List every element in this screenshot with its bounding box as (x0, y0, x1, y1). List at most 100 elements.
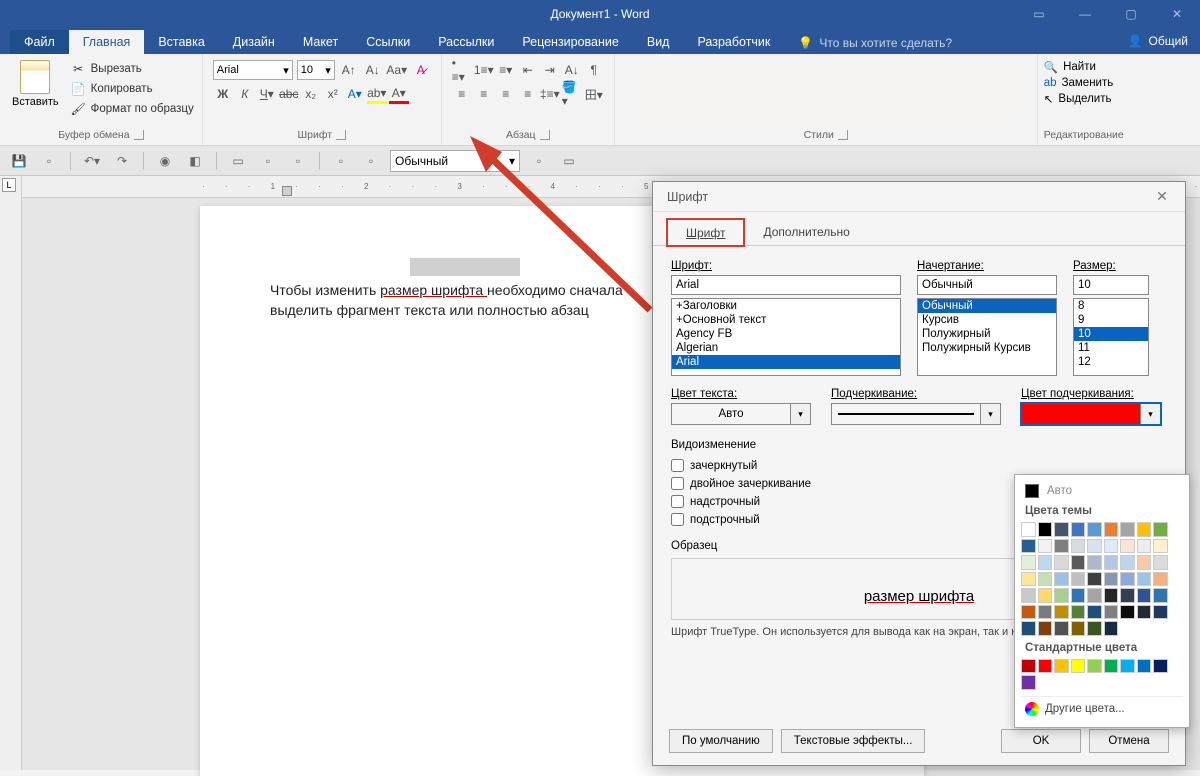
color-swatch[interactable] (1153, 659, 1168, 674)
save-icon[interactable]: 💾 (8, 150, 30, 172)
color-swatch[interactable] (1153, 588, 1168, 603)
color-swatch[interactable] (1104, 659, 1119, 674)
show-marks-button[interactable]: ¶ (584, 60, 604, 80)
color-swatch[interactable] (1137, 572, 1152, 587)
color-swatch[interactable] (1054, 621, 1069, 636)
find-button[interactable]: 🔍Найти (1044, 60, 1124, 74)
color-swatch[interactable] (1120, 605, 1135, 620)
color-swatch[interactable] (1153, 539, 1168, 554)
underline-color-combo[interactable]: ▾ (1021, 403, 1161, 425)
color-auto-option[interactable]: Авто (1021, 481, 1183, 501)
color-swatch[interactable] (1021, 659, 1036, 674)
color-swatch[interactable] (1054, 605, 1069, 620)
dialog-close-button[interactable]: ✕ (1147, 185, 1177, 209)
para-launcher[interactable] (540, 130, 550, 140)
format-painter-button[interactable]: 🖌Формат по образцу (69, 100, 196, 117)
color-swatch[interactable] (1087, 539, 1102, 554)
cut-button[interactable]: ✂Вырезать (69, 60, 196, 77)
indent-marker[interactable] (282, 186, 292, 196)
color-swatch[interactable] (1054, 659, 1069, 674)
more-colors-button[interactable]: Другие цвета... (1021, 696, 1183, 721)
qat-btn-3[interactable]: ▭ (227, 150, 249, 172)
tab-insert[interactable]: Вставка (144, 30, 218, 54)
chevron-down-icon[interactable]: ▾ (791, 403, 811, 425)
qat-btn-2[interactable]: ◧ (184, 150, 206, 172)
color-swatch[interactable] (1021, 588, 1036, 603)
color-swatch[interactable] (1038, 572, 1053, 587)
vertical-ruler[interactable]: L (0, 176, 22, 770)
color-swatch[interactable] (1054, 539, 1069, 554)
tab-mailings[interactable]: Рассылки (424, 30, 508, 54)
align-left-button[interactable]: ≡ (452, 84, 472, 104)
increase-indent-button[interactable]: ⇥ (540, 60, 560, 80)
list-item[interactable]: Обычный (918, 299, 1056, 313)
numbering-button[interactable]: 1≡▾ (474, 60, 494, 80)
list-item[interactable]: Algerian (672, 341, 900, 355)
color-swatch[interactable] (1071, 605, 1086, 620)
decrease-indent-button[interactable]: ⇤ (518, 60, 538, 80)
color-swatch[interactable] (1137, 555, 1152, 570)
undo-button[interactable]: ↶▾ (81, 150, 103, 172)
ok-button[interactable]: OK (1001, 729, 1081, 753)
color-swatch[interactable] (1120, 588, 1135, 603)
color-swatch[interactable] (1153, 605, 1168, 620)
color-swatch[interactable] (1021, 605, 1036, 620)
strikethrough-checkbox[interactable]: зачеркнутый (671, 459, 1167, 472)
color-swatch[interactable] (1120, 539, 1135, 554)
chevron-down-icon[interactable]: ▾ (981, 403, 1001, 425)
color-swatch[interactable] (1087, 588, 1102, 603)
color-swatch[interactable] (1071, 621, 1086, 636)
color-swatch[interactable] (1021, 539, 1036, 554)
line-spacing-button[interactable]: ‡≡▾ (540, 84, 560, 104)
color-swatch[interactable] (1104, 588, 1119, 603)
color-swatch[interactable] (1071, 572, 1086, 587)
color-swatch[interactable] (1071, 539, 1086, 554)
color-swatch[interactable] (1104, 555, 1119, 570)
qat-btn-8[interactable]: ▫ (528, 150, 550, 172)
color-swatch[interactable] (1153, 555, 1168, 570)
color-swatch[interactable] (1120, 522, 1135, 537)
close-icon[interactable]: ✕ (1154, 0, 1200, 28)
tab-developer[interactable]: Разработчик (683, 30, 784, 54)
share-button[interactable]: 👤Общий (1116, 28, 1200, 54)
justify-button[interactable]: ≡ (518, 84, 538, 104)
qat-btn-4[interactable]: ▫ (257, 150, 279, 172)
shrink-font-button[interactable]: A↓ (363, 60, 383, 80)
color-swatch[interactable] (1087, 572, 1102, 587)
color-swatch[interactable] (1071, 588, 1086, 603)
select-button[interactable]: ↖Выделить (1044, 92, 1124, 106)
clipboard-launcher[interactable] (134, 130, 144, 140)
color-swatch[interactable] (1038, 659, 1053, 674)
tab-file[interactable]: Файл (10, 30, 69, 54)
tab-layout[interactable]: Макет (289, 30, 352, 54)
font-style-input[interactable] (917, 275, 1057, 295)
italic-button[interactable]: К (235, 84, 255, 104)
color-swatch[interactable] (1137, 522, 1152, 537)
color-swatch[interactable] (1087, 605, 1102, 620)
styles-gallery[interactable] (636, 63, 1016, 123)
color-swatch[interactable] (1087, 555, 1102, 570)
color-swatch[interactable] (1038, 588, 1053, 603)
color-swatch[interactable] (1137, 659, 1152, 674)
list-item[interactable]: Курсив (918, 313, 1056, 327)
font-color-button[interactable]: A▾ (389, 84, 409, 104)
color-swatch[interactable] (1137, 588, 1152, 603)
underline-combo[interactable]: ▾ (831, 403, 1001, 425)
list-item[interactable]: Arial (672, 355, 900, 369)
color-swatch[interactable] (1071, 522, 1086, 537)
text-effects-button[interactable]: Текстовые эффекты... (781, 729, 926, 753)
color-swatch[interactable] (1120, 659, 1135, 674)
color-swatch[interactable] (1153, 522, 1168, 537)
copy-button[interactable]: 📄Копировать (69, 80, 196, 97)
font-name-input[interactable] (671, 275, 901, 295)
color-swatch[interactable] (1038, 605, 1053, 620)
color-swatch[interactable] (1087, 621, 1102, 636)
redo-button[interactable]: ↷ (111, 150, 133, 172)
font-size-combo[interactable]: 10▾ (297, 60, 335, 80)
color-swatch[interactable] (1104, 572, 1119, 587)
color-swatch[interactable] (1021, 572, 1036, 587)
bold-button[interactable]: Ж (213, 84, 233, 104)
clear-format-button[interactable]: A̷ (411, 60, 431, 80)
superscript-button[interactable]: x² (323, 84, 343, 104)
tab-selector[interactable]: L (2, 178, 16, 192)
